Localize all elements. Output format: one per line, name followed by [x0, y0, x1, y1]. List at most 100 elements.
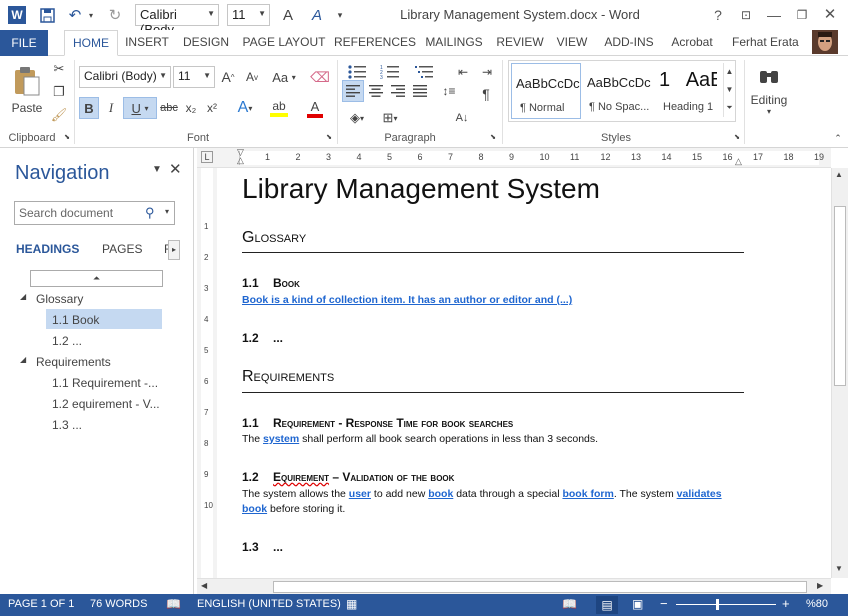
redo-icon[interactable]: ↻ — [106, 5, 124, 25]
shading-icon[interactable]: ◈ ▾ — [343, 108, 371, 128]
tab-view[interactable]: VIEW — [552, 30, 592, 56]
heading-1-2-number[interactable]: 1.2 — [242, 331, 259, 345]
expand-icon[interactable]: ◢ — [20, 355, 26, 364]
borders-icon[interactable]: ⊞ ▾ — [376, 108, 404, 128]
validates-link[interactable]: validates — [677, 488, 722, 500]
nav-tabs-scroll-right-icon[interactable]: ▸ — [168, 240, 180, 260]
req-1-2-paragraph[interactable]: The system allows the user to add new bo… — [242, 487, 742, 517]
text-effects-icon[interactable]: A ▾ — [232, 97, 258, 119]
heading-glossary[interactable]: Glossary — [242, 229, 306, 247]
zoom-level[interactable]: %80 — [806, 598, 828, 610]
align-left-button[interactable] — [342, 80, 364, 102]
vertical-ruler[interactable]: 1 2 3 4 5 6 7 8 9 10 — [197, 168, 217, 578]
styles-scroll-down-icon[interactable]: ▼ — [723, 81, 735, 99]
multilevel-list-icon[interactable] — [410, 62, 438, 82]
word-count[interactable]: 76 WORDS — [90, 598, 147, 610]
read-mode-icon[interactable]: 📖 — [562, 597, 577, 611]
proofing-icon[interactable]: 📖 — [166, 597, 181, 611]
italic-button[interactable]: I — [101, 97, 121, 119]
nav-close-icon[interactable]: ✕ — [169, 160, 182, 178]
styles-scroll-up-icon[interactable]: ▲ — [723, 63, 735, 81]
search-input[interactable]: Search document ⚲ ▾ — [14, 201, 175, 225]
req-1-2-title[interactable]: Equirement – Validation of the book — [273, 470, 454, 484]
style-no-spacing[interactable]: AaBbCcDc ¶ No Spac... — [583, 63, 653, 119]
book-link[interactable]: book — [428, 488, 453, 500]
qa-font-size-combo[interactable]: 11 ▼ — [227, 4, 270, 26]
close-icon[interactable]: ✕ — [818, 4, 842, 26]
nav-heading-requirements[interactable]: Requirements — [36, 355, 111, 369]
qa-font-name-combo[interactable]: Calibri (Body▼ — [135, 4, 219, 37]
scroll-thumb[interactable] — [273, 581, 807, 593]
format-painter-icon[interactable]: A — [308, 5, 326, 25]
align-center-icon[interactable] — [366, 80, 386, 102]
superscript-button[interactable]: x² — [203, 97, 221, 119]
subscript-button[interactable]: x₂ — [182, 97, 200, 119]
grow-font-button[interactable]: A ^ — [218, 67, 238, 87]
grow-font-icon[interactable]: A — [280, 5, 296, 25]
language[interactable]: ENGLISH (UNITED STATES) — [197, 598, 341, 610]
tab-file[interactable]: FILE — [0, 30, 48, 56]
minimize-icon[interactable]: — — [762, 4, 786, 26]
nav-heading-req-1-2[interactable]: 1.2 equirement - V... — [52, 397, 160, 411]
nav-options-icon[interactable]: ▼ — [152, 164, 162, 175]
page-count[interactable]: PAGE 1 OF 1 — [8, 598, 74, 610]
horizontal-scrollbar[interactable]: ◀ ▶ — [197, 578, 831, 594]
book-form-link[interactable]: book form — [562, 488, 613, 500]
document-page[interactable]: Library Management System Glossary 1.1 B… — [217, 168, 831, 578]
req-1-1-number[interactable]: 1.1 — [242, 416, 259, 430]
print-layout-icon[interactable]: ▤ — [596, 596, 618, 614]
tab-mailings[interactable]: MAILINGS — [420, 30, 488, 56]
nav-heading-glossary[interactable]: Glossary — [36, 292, 83, 306]
heading-1-2-title[interactable]: ... — [273, 331, 283, 345]
justify-icon[interactable] — [410, 80, 430, 102]
document-title[interactable]: Library Management System — [242, 173, 600, 205]
clear-formatting-icon[interactable]: ⌫ — [310, 67, 330, 87]
numbering-icon[interactable]: 123 — [376, 62, 404, 82]
macro-icon[interactable]: ▦ — [346, 597, 357, 611]
paste-button[interactable]: Paste — [8, 60, 46, 120]
book-definition-link[interactable]: Book is a kind of collection item. It ha… — [242, 293, 572, 308]
nav-collapse-bar[interactable]: ⏶ — [30, 270, 163, 287]
misspelled-word[interactable]: Equirement — [273, 470, 329, 484]
tab-home[interactable]: HOME — [64, 30, 118, 56]
underline-button[interactable]: U ▾ — [123, 97, 157, 119]
save-icon[interactable] — [38, 5, 56, 25]
avatar[interactable] — [812, 30, 838, 54]
copy-icon[interactable]: ❐ — [50, 83, 68, 101]
scroll-up-icon[interactable]: ▲ — [835, 170, 843, 179]
scroll-thumb[interactable] — [834, 206, 846, 386]
bold-button[interactable]: B — [79, 97, 99, 119]
paragraph-launcher-icon[interactable]: ⬊ — [488, 132, 498, 142]
zoom-in-icon[interactable]: + — [782, 596, 790, 611]
tab-insert[interactable]: INSERT — [120, 30, 174, 56]
style-normal[interactable]: AaBbCcDc ¶ Normal — [511, 63, 581, 119]
user-name[interactable]: Ferhat Erata — [732, 35, 799, 49]
nav-tab-headings[interactable]: HEADINGS — [16, 242, 79, 256]
restore-icon[interactable]: ❐ — [790, 4, 814, 26]
req-1-1-paragraph[interactable]: The system shall perform all book search… — [242, 432, 742, 447]
tab-acrobat[interactable]: Acrobat — [664, 30, 720, 56]
font-size-combo[interactable]: 11 ▼ — [173, 66, 215, 88]
sort-icon[interactable]: A↓ — [452, 108, 472, 128]
tab-design[interactable]: DESIGN — [178, 30, 234, 56]
collapse-ribbon-icon[interactable]: ⌃ — [832, 132, 844, 144]
nav-heading-req-1-3[interactable]: 1.3 ... — [52, 418, 82, 432]
font-name-combo[interactable]: Calibri (Body) ▼ — [79, 66, 171, 88]
tab-page-layout[interactable]: PAGE LAYOUT — [238, 30, 330, 56]
req-1-1-title[interactable]: Requirement - Response Time for book sea… — [273, 416, 513, 430]
req-1-3-number[interactable]: 1.3 — [242, 540, 259, 554]
highlight-icon[interactable]: ab — [264, 97, 294, 119]
horizontal-ruler[interactable]: L ▽ △ △ 1 2 3 4 5 6 7 8 9 10 11 12 13 14 15 16 17 18 19 — [197, 148, 831, 168]
font-launcher-icon[interactable]: ⬊ — [324, 132, 334, 142]
pilcrow-icon[interactable]: ¶ — [476, 84, 496, 104]
tab-add-ins[interactable]: ADD-INS — [596, 30, 662, 56]
help-button[interactable]: ? — [706, 4, 730, 26]
nav-heading-1-2[interactable]: 1.2 ... — [52, 334, 82, 348]
web-layout-icon[interactable]: ▣ — [632, 597, 643, 611]
cut-icon[interactable]: ✂ — [50, 60, 68, 78]
line-spacing-icon[interactable]: ↕≡ — [436, 80, 462, 102]
editing-button[interactable]: Editing ▾ — [748, 60, 790, 122]
req-1-3-title[interactable]: ... — [273, 540, 283, 554]
styles-launcher-icon[interactable]: ⬊ — [732, 132, 742, 142]
scroll-down-icon[interactable]: ▼ — [835, 564, 843, 573]
